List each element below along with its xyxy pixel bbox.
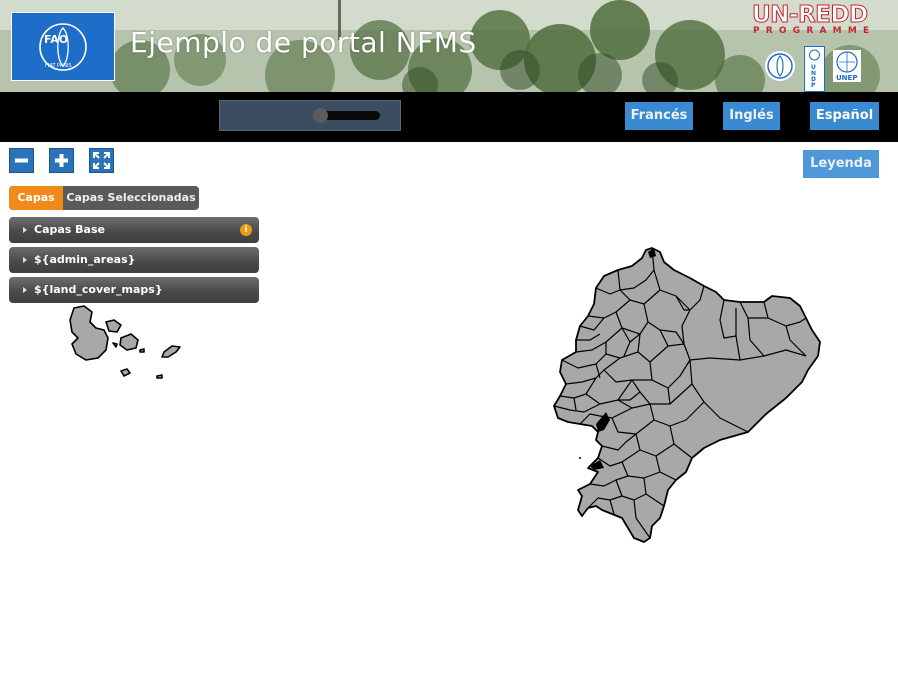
time-slider[interactable]	[219, 100, 401, 131]
caret-right-icon	[23, 287, 27, 293]
tab-layers[interactable]: Capas	[9, 186, 63, 210]
legend-button[interactable]: Leyenda	[803, 150, 879, 178]
layers-tabs: Capas Capas Seleccionadas	[9, 186, 199, 210]
page-title: Ejemplo de portal NFMS	[130, 26, 477, 59]
layer-group-label: ${land_cover_maps}	[34, 283, 163, 296]
language-button-spanish[interactable]: Español	[810, 102, 879, 130]
layer-group-base[interactable]: Capas Base i	[9, 217, 259, 243]
undp-icon: U N D P	[809, 49, 820, 89]
layer-group-admin-areas[interactable]: ${admin_areas}	[9, 247, 259, 273]
unredd-logo: UN-REDD	[752, 2, 869, 29]
unep-logo: UNEP	[833, 50, 861, 82]
minus-icon	[15, 158, 28, 163]
full-extent-button[interactable]	[89, 148, 114, 173]
svg-text:P: P	[811, 82, 816, 89]
slider-handle[interactable]	[313, 108, 328, 123]
layer-group-land-cover[interactable]: ${land_cover_maps}	[9, 277, 259, 303]
caret-right-icon	[23, 257, 27, 263]
layer-group-label: Capas Base	[34, 223, 105, 236]
header-banner: FAO FIAT PANIS Ejemplo de portal NFMS UN…	[0, 0, 898, 92]
caret-right-icon	[23, 227, 27, 233]
zoom-in-button[interactable]	[49, 148, 74, 173]
info-icon[interactable]: i	[240, 224, 252, 236]
tab-selected-layers[interactable]: Capas Seleccionadas	[63, 186, 199, 210]
fao-motto: FIAT PANIS	[45, 63, 72, 69]
unep-icon: UNEP	[836, 51, 858, 82]
fao-emblem-small-icon	[765, 51, 795, 81]
fao-logo[interactable]: FAO FIAT PANIS	[11, 12, 115, 81]
unep-letters: UNEP	[836, 74, 857, 82]
layer-group-label: ${admin_areas}	[34, 253, 136, 266]
language-button-french[interactable]: Francés	[625, 102, 693, 130]
ecuador-admin-areas	[553, 247, 821, 543]
fao-emblem-icon: FAO FIAT PANIS	[39, 23, 87, 71]
galapagos-islands	[69, 305, 181, 379]
top-toolbar: Francés Inglés Español	[0, 92, 898, 142]
zoom-out-button[interactable]	[9, 148, 34, 173]
fao-letters: FAO	[44, 33, 68, 46]
unredd-programme-text: PROGRAMME	[753, 26, 876, 36]
plus-icon	[55, 154, 68, 167]
language-button-english[interactable]: Inglés	[723, 102, 780, 130]
undp-logo: U N D P	[804, 46, 825, 92]
expand-icon	[93, 152, 110, 169]
